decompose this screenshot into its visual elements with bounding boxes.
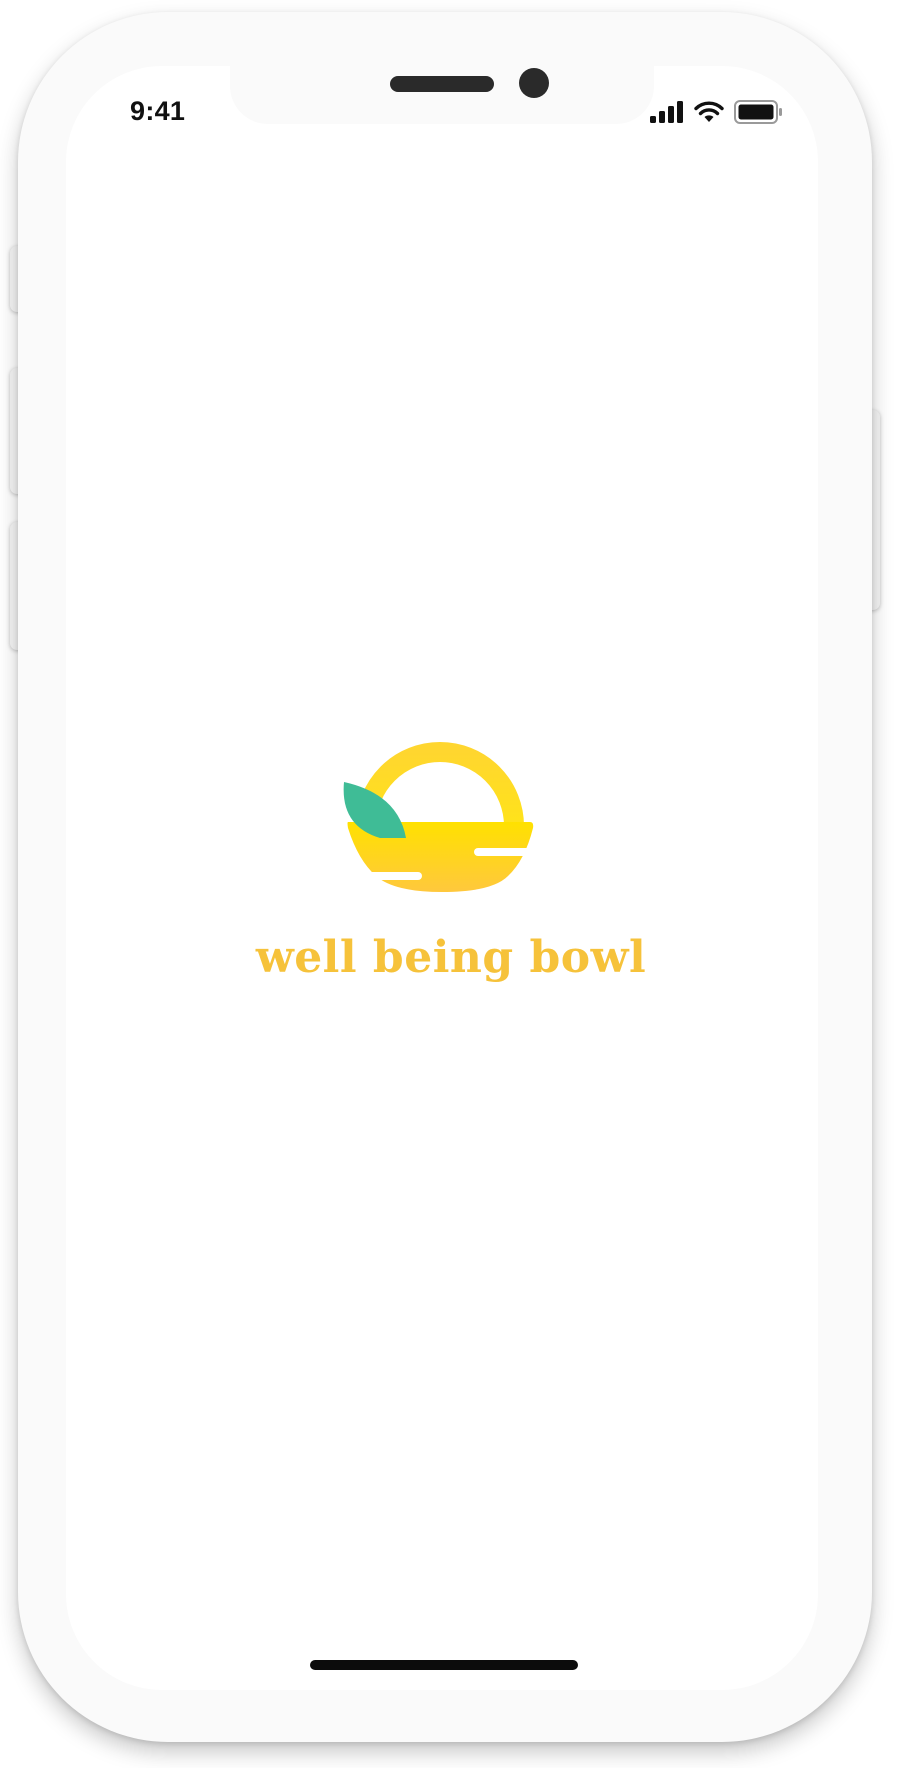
cellular-signal-icon <box>650 101 683 123</box>
wifi-icon <box>694 101 724 122</box>
battery-icon <box>734 100 782 124</box>
notch <box>230 66 654 124</box>
earpiece-speaker <box>390 76 494 92</box>
brand-name: well being bowl <box>255 932 647 983</box>
status-time: 9:41 <box>130 96 186 126</box>
page-background: 9:41 well being bowl <box>0 0 902 1768</box>
front-camera <box>519 68 549 98</box>
bowl-logo-icon <box>343 742 538 892</box>
home-indicator[interactable] <box>310 1660 578 1670</box>
status-icons <box>650 98 782 126</box>
